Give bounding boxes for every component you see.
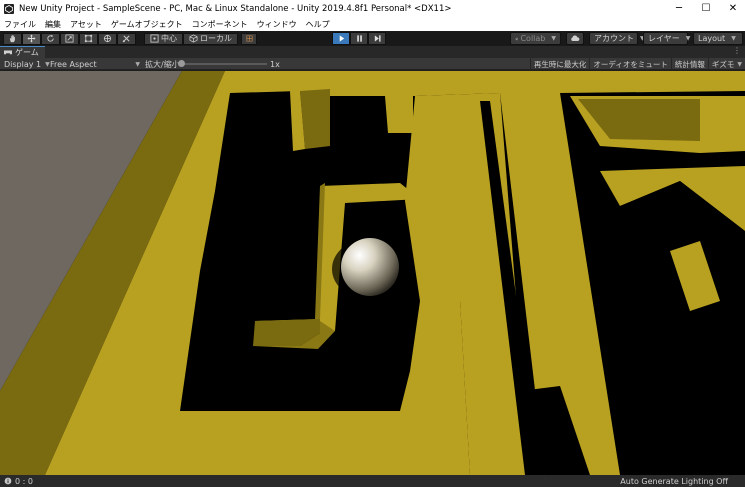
pivot-center-icon (150, 34, 159, 43)
cloud-icon (571, 35, 580, 41)
transform-tool-button[interactable] (98, 32, 117, 45)
status-message: 0 : 0 (15, 476, 33, 486)
pause-button[interactable] (350, 32, 368, 45)
account-label: アカウント (594, 34, 634, 43)
main-toolbar: 中心 ローカル Collab ▼ アカウント レイヤー ▼ Layout ▼ (0, 31, 745, 46)
collab-label: Collab (520, 34, 546, 43)
rect-icon (84, 34, 93, 43)
custom-tool-button[interactable] (117, 32, 136, 45)
layers-label: レイヤー (648, 34, 680, 43)
gamepad-icon (4, 50, 12, 55)
maximize-icon: ☐ (701, 3, 711, 14)
layout-label: Layout (698, 34, 726, 43)
snap-toggle[interactable] (241, 32, 257, 45)
step-icon (374, 35, 381, 42)
menu-gameobject[interactable]: ゲームオブジェクト (111, 19, 183, 30)
player-ball[interactable] (341, 238, 399, 296)
aspect-dropdown[interactable]: Free Aspect ▼ (50, 58, 140, 70)
custom-tool-icon (122, 35, 130, 43)
menu-assets[interactable]: アセット (70, 19, 102, 30)
grid-snap-icon (245, 35, 253, 42)
game-view-toggles: 再生時に最大化 オーディオをミュート 統計情報 ギズモ ▼ (529, 58, 745, 70)
layout-dropdown[interactable]: Layout ▼ (693, 32, 743, 45)
scale-label: 拡大/縮小 (145, 59, 180, 69)
play-icon (339, 35, 344, 42)
menu-bar: ファイル 編集 アセット ゲームオブジェクト コンポーネント ウィンドウ ヘルプ (0, 17, 745, 31)
rect-tool-button[interactable] (79, 32, 98, 45)
space-toggle[interactable]: ローカル (183, 32, 238, 45)
account-dropdown[interactable]: アカウント ▼ (589, 32, 645, 45)
maximize-on-play-toggle[interactable]: 再生時に最大化 (529, 58, 590, 70)
scale-slider-handle[interactable] (178, 60, 185, 67)
menu-window[interactable]: ウィンドウ (257, 19, 297, 30)
collab-check-icon (515, 37, 519, 40)
menu-edit[interactable]: 編集 (45, 19, 61, 30)
scale-icon (65, 34, 74, 43)
pause-icon (356, 35, 362, 42)
hand-icon (9, 35, 16, 43)
close-button[interactable]: ✕ (716, 0, 745, 17)
mute-audio-toggle[interactable]: オーディオをミュート (589, 58, 670, 70)
tab-game[interactable]: ゲーム (0, 46, 45, 58)
game-viewport[interactable] (0, 71, 745, 475)
gizmos-dropdown[interactable]: ギズモ ▼ (707, 58, 745, 70)
display-dropdown[interactable]: Display 1 ▼ (4, 58, 50, 70)
chevron-down-icon: ▼ (731, 35, 736, 42)
layers-dropdown[interactable]: レイヤー ▼ (643, 32, 691, 45)
info-icon (4, 477, 12, 485)
scale-slider-track[interactable] (183, 63, 267, 65)
chevron-down-icon: ▼ (551, 35, 556, 42)
play-button[interactable] (332, 32, 350, 45)
local-space-icon (189, 34, 198, 43)
menu-component[interactable]: コンポーネント (192, 19, 248, 30)
scale-value: 1x (270, 59, 280, 69)
window-title: New Unity Project - SampleScene - PC, Ma… (19, 3, 452, 14)
cloud-button[interactable] (566, 32, 584, 45)
step-button[interactable] (368, 32, 386, 45)
stats-toggle[interactable]: 統計情報 (670, 58, 708, 70)
right-toolbar: Collab ▼ アカウント ▼ レイヤー ▼ Layout ▼ (510, 32, 743, 45)
playback-controls (332, 32, 386, 45)
title-bar: New Unity Project - SampleScene - PC, Ma… (0, 0, 745, 17)
space-label: ローカル (200, 34, 232, 43)
menu-file[interactable]: ファイル (4, 19, 36, 30)
chevron-down-icon: ▼ (135, 60, 140, 68)
unity-logo-icon (4, 3, 14, 14)
chevron-down-icon: ▼ (685, 35, 691, 42)
close-icon: ✕ (728, 3, 738, 14)
rotate-tool-button[interactable] (41, 32, 60, 45)
lighting-status: Auto Generate Lighting Off (620, 476, 728, 486)
pivot-label: 中心 (161, 34, 177, 43)
transform-icon (103, 34, 112, 43)
chevron-down-icon: ▼ (737, 60, 742, 68)
collab-dropdown[interactable]: Collab ▼ (510, 32, 561, 45)
display-label: Display 1 (4, 59, 42, 69)
gizmos-label: ギズモ (711, 59, 735, 69)
scale-tool-button[interactable] (60, 32, 79, 45)
menu-help[interactable]: ヘルプ (306, 19, 330, 30)
game-view-toolbar: Display 1 ▼ Free Aspect ▼ 拡大/縮小 1x 再生時に最… (0, 58, 745, 70)
hand-tool-button[interactable] (3, 32, 22, 45)
pivot-toggle[interactable]: 中心 (144, 32, 183, 45)
pillar-side (300, 89, 330, 149)
aspect-label: Free Aspect (50, 59, 97, 69)
upper-divider (385, 96, 413, 133)
rotate-icon (47, 34, 54, 42)
move-tool-button[interactable] (22, 32, 41, 45)
maze-scene (0, 71, 745, 475)
tab-menu-icon[interactable]: ⋮ (733, 46, 741, 55)
move-icon (27, 34, 36, 43)
status-bar: 0 : 0 Auto Generate Lighting Off (0, 475, 745, 487)
minimize-icon: ─ (675, 3, 683, 14)
game-tab-bar: ゲーム ⋮ (0, 46, 745, 58)
game-tab-label: ゲーム (15, 48, 39, 57)
